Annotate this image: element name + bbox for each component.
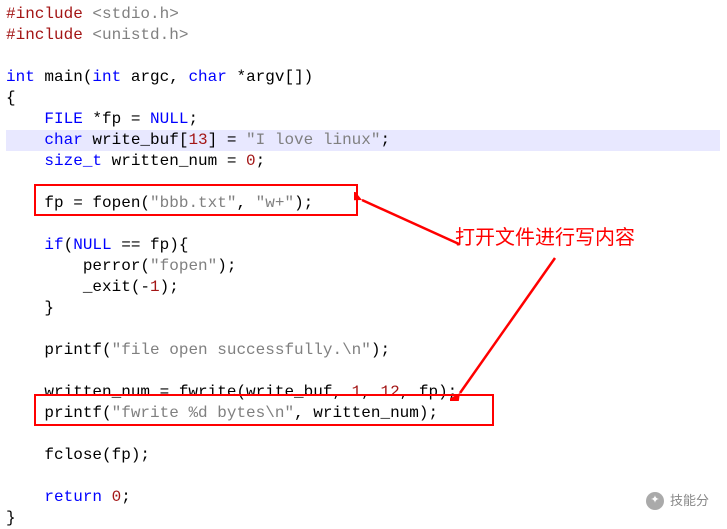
line: perror("fopen"); [6, 257, 236, 275]
line: size_t written_num = 0; [6, 152, 265, 170]
line: #include <stdio.h> [6, 5, 179, 23]
line: _exit(-1); [6, 278, 179, 296]
wechat-icon: ✦ [646, 492, 664, 510]
line: return 0; [6, 488, 131, 506]
line-highlighted: char write_buf[13] = "I love linux"; [6, 130, 720, 151]
callout-label: 打开文件进行写内容 [455, 228, 635, 249]
watermark: ✦ 技能分 [646, 490, 709, 511]
line: int main(int argc, char *argv[]) [6, 68, 313, 86]
watermark-text: 技能分 [670, 490, 709, 511]
line: fp = fopen("bbb.txt", "w+"); [6, 194, 313, 212]
line: printf("file open successfully.\n"); [6, 341, 390, 359]
code-block: #include <stdio.h> #include <unistd.h> i… [0, 0, 727, 529]
line: written_num = fwrite(write_buf, 1, 12, f… [6, 383, 457, 401]
line: fclose(fp); [6, 446, 150, 464]
line: #include <unistd.h> [6, 26, 188, 44]
line: { [6, 89, 16, 107]
line: printf("fwrite %d bytes\n", written_num)… [6, 404, 438, 422]
line: if(NULL == fp){ [6, 236, 188, 254]
line: } [6, 299, 54, 317]
line: FILE *fp = NULL; [6, 110, 198, 128]
line: } [6, 509, 16, 527]
